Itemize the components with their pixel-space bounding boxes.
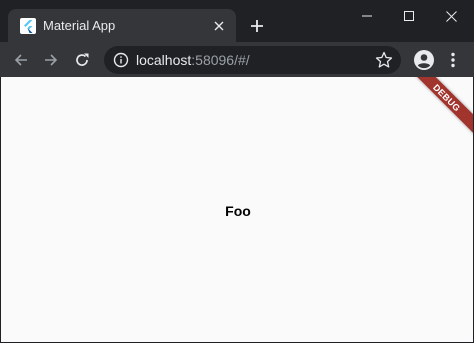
url-host: localhost <box>136 52 192 68</box>
close-icon <box>214 21 224 31</box>
browser-menu-button[interactable] <box>444 49 462 71</box>
account-icon[interactable] <box>413 49 435 71</box>
center-text: Foo <box>225 203 251 219</box>
debug-banner-corner: DEBUG <box>413 77 473 137</box>
info-icon[interactable] <box>113 52 129 68</box>
arrow-left-icon <box>14 54 27 66</box>
debug-banner: DEBUG <box>413 77 473 137</box>
flutter-logo-icon <box>20 18 36 34</box>
address-bar[interactable]: localhost:58096/#/ <box>104 46 401 74</box>
url-text[interactable]: localhost:58096/#/ <box>136 52 250 68</box>
plus-icon <box>251 20 263 32</box>
reload-icon <box>76 53 89 66</box>
reload-button[interactable] <box>69 47 95 73</box>
browser-title-bar: Material App <box>0 0 474 42</box>
arrow-right-icon <box>45 54 58 66</box>
tab-title: Material App <box>43 18 116 33</box>
close-tab-button[interactable] <box>210 17 228 35</box>
debug-banner-label: DEBUG <box>431 81 463 114</box>
forward-button[interactable] <box>38 47 64 73</box>
minimize-window-button[interactable] <box>344 0 390 32</box>
browser-toolbar: localhost:58096/#/ <box>0 42 474 77</box>
page-viewport: Foo DEBUG <box>0 77 474 343</box>
maximize-window-button[interactable] <box>386 0 432 32</box>
star-icon[interactable] <box>375 51 393 69</box>
browser-tab[interactable]: Material App <box>8 9 236 42</box>
url-path: :58096/#/ <box>191 52 250 68</box>
minimize-icon <box>362 15 372 17</box>
back-button[interactable] <box>8 47 34 73</box>
new-tab-button[interactable] <box>246 15 268 37</box>
close-window-button[interactable] <box>428 0 474 32</box>
more-vert-icon <box>451 52 455 68</box>
close-icon <box>445 10 457 22</box>
maximize-icon <box>404 11 414 21</box>
